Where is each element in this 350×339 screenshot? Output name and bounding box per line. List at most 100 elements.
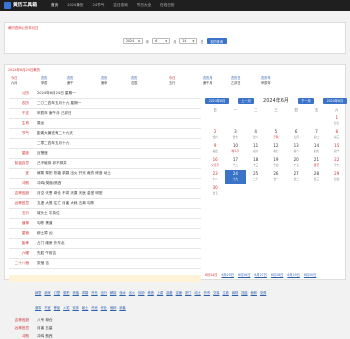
day-tab[interactable]: 6月25日 bbox=[221, 272, 233, 277]
calendar-day[interactable]: 22 十七 bbox=[327, 156, 347, 170]
lunar-day: 父亲节 bbox=[211, 163, 220, 167]
calendar-day[interactable]: 23 十八 bbox=[205, 170, 225, 184]
activity-link[interactable]: 修造 bbox=[148, 290, 154, 295]
info-key: 凶神宜忌 bbox=[14, 326, 29, 330]
calendar-day[interactable]: 21 夏至 bbox=[306, 156, 326, 170]
calendar-day[interactable]: 24 十九 bbox=[225, 170, 246, 184]
calendar-day[interactable]: 5 芒种 bbox=[266, 128, 286, 142]
activity-link[interactable]: 出行 bbox=[101, 290, 107, 295]
activity-link[interactable]: 起基 bbox=[166, 290, 172, 295]
lunar-day: 十五 bbox=[293, 163, 299, 167]
nav-solar-terms[interactable]: 24节气 bbox=[93, 3, 105, 8]
calendar-day[interactable]: 18 十三 bbox=[246, 156, 266, 170]
calendar-day[interactable]: 29 廿四 bbox=[327, 170, 347, 184]
info-value: 八专 母仓 bbox=[37, 318, 53, 322]
activity-link[interactable]: 不宜 bbox=[44, 305, 50, 310]
nav-home[interactable]: 首页 bbox=[51, 3, 58, 8]
activity-link[interactable]: 交易 bbox=[213, 290, 219, 295]
activity-link[interactable]: 安门 bbox=[185, 290, 191, 295]
calendar-day[interactable]: 17 十二 bbox=[225, 156, 245, 170]
calendar-day[interactable]: 16 父亲节 bbox=[205, 156, 225, 170]
nav-festivals[interactable]: 节日大全 bbox=[137, 3, 151, 8]
calendar-day[interactable]: 8 初三 bbox=[327, 128, 347, 142]
calendar-day[interactable]: 2 廿六 bbox=[205, 128, 225, 142]
activity-link[interactable]: 上梁 bbox=[157, 290, 163, 295]
calendar-day[interactable]: 9 初四 bbox=[205, 142, 225, 156]
year-select[interactable]: 2024 ▼ bbox=[123, 38, 143, 44]
activity-link[interactable]: 栽种 bbox=[110, 305, 116, 310]
activity-link[interactable]: 安床 bbox=[73, 305, 79, 310]
activity-link[interactable]: 立券 bbox=[223, 290, 229, 295]
info-value: 巨蟹座 bbox=[37, 151, 48, 155]
activity-link[interactable]: 祭祀 bbox=[63, 290, 69, 295]
calendar-day[interactable]: 4 廿八 bbox=[246, 128, 266, 142]
lunar-day: 十四 bbox=[273, 163, 279, 167]
calendar-day[interactable]: 19 十四 bbox=[266, 156, 286, 170]
calendar-day[interactable]: 20 十五 bbox=[286, 156, 306, 170]
calendar-day[interactable]: 26 廿一 bbox=[266, 170, 286, 184]
activity-link[interactable]: 纳财 bbox=[232, 290, 238, 295]
activity-link[interactable]: 开光 bbox=[91, 290, 97, 295]
activity-link[interactable]: 诸事 bbox=[35, 305, 41, 310]
day-number: 11 bbox=[253, 143, 259, 148]
activity-link[interactable]: 出火 bbox=[129, 290, 135, 295]
day-tab[interactable]: 6月27日 bbox=[254, 272, 266, 277]
activity-link[interactable]: 祈福 bbox=[73, 290, 79, 295]
prev-month-button[interactable]: 上一月 bbox=[238, 97, 255, 104]
activity-link[interactable]: 开池 bbox=[91, 305, 97, 310]
calendar-day[interactable]: 11 初六 bbox=[246, 142, 266, 156]
day-tab[interactable]: 6月26日 bbox=[238, 272, 250, 277]
activity-link[interactable]: 入宅 bbox=[63, 305, 69, 310]
activity-link[interactable]: 移徙 bbox=[54, 305, 60, 310]
activity-link[interactable]: 定磉 bbox=[176, 290, 182, 295]
activity-link[interactable]: 开市 bbox=[204, 290, 210, 295]
day-number: 10 bbox=[232, 143, 238, 148]
calendar-day[interactable]: 6 五月 bbox=[286, 128, 306, 142]
calendar-day[interactable]: 30 廿五 bbox=[205, 184, 225, 198]
back-to-month-button[interactable]: 2024年6月 bbox=[322, 97, 347, 104]
nav-2024-almanac[interactable]: 2024黄历 bbox=[67, 3, 83, 8]
calendar-day[interactable]: 25 二十 bbox=[246, 170, 266, 184]
activity-link[interactable]: 栽种 bbox=[251, 290, 257, 295]
info-key: 节气 bbox=[21, 131, 29, 135]
month-select[interactable]: 6 ▼ bbox=[152, 38, 171, 44]
activity-link[interactable]: 安葬 bbox=[260, 290, 266, 295]
activity-link[interactable]: 纳采 bbox=[44, 290, 50, 295]
activity-link[interactable]: 作灶 bbox=[101, 305, 107, 310]
calendar-day[interactable]: 12 初七 bbox=[266, 142, 286, 156]
day-tab[interactable]: 6月24日 bbox=[205, 272, 217, 277]
activity-link[interactable]: 拆卸 bbox=[138, 290, 144, 295]
calendar-day[interactable]: 15 初十 bbox=[327, 142, 347, 156]
day-tab[interactable]: 6月29日 bbox=[287, 272, 299, 277]
calendar-day[interactable]: 28 廿三 bbox=[306, 170, 326, 184]
activity-link[interactable]: 纳畜 bbox=[119, 305, 125, 310]
day-select[interactable]: 24 ▼ bbox=[179, 38, 198, 44]
calendar-day[interactable]: 3 廿七 bbox=[225, 128, 245, 142]
activity-link[interactable]: 挂匾 bbox=[241, 290, 247, 295]
nav-auspicious-days[interactable]: 吉日查询 bbox=[113, 3, 127, 8]
activity-link[interactable]: 嫁娶 bbox=[35, 290, 41, 295]
calendar-day[interactable]: 13 初八 bbox=[286, 142, 306, 156]
activity-link[interactable]: 解除 bbox=[110, 290, 116, 295]
query-submit-button[interactable]: 农历查询 bbox=[206, 38, 227, 44]
activity-link[interactable]: 动土 bbox=[194, 290, 200, 295]
activity-link[interactable]: 订盟 bbox=[54, 290, 60, 295]
calendar-day[interactable]: 27 廿二 bbox=[286, 170, 306, 184]
calendar-day[interactable]: 1 廿五 bbox=[327, 114, 347, 128]
activity-link[interactable]: 破土 bbox=[82, 305, 88, 310]
nav-calendar[interactable]: 在线日历 bbox=[160, 3, 174, 8]
day-tab[interactable]: 6月28日 bbox=[271, 272, 283, 277]
calendar-empty bbox=[286, 114, 306, 128]
day-tab[interactable]: 6月30日 bbox=[304, 272, 316, 277]
calendar-day[interactable]: 7 初二 bbox=[306, 128, 326, 142]
calendar-day[interactable]: 10 端午节 bbox=[225, 142, 245, 156]
summary-value: 戊辰 bbox=[131, 81, 138, 85]
current-month-button[interactable]: 2024年6月 bbox=[205, 97, 229, 104]
info-key: 冲煞 bbox=[21, 181, 29, 185]
site-logo[interactable]: 黄历工具箱 bbox=[4, 2, 37, 9]
next-month-button[interactable]: 下一月 bbox=[297, 97, 314, 104]
day-number: 26 bbox=[273, 171, 279, 176]
activity-link[interactable]: 求嗣 bbox=[82, 290, 88, 295]
activity-link[interactable]: 伐木 bbox=[119, 290, 125, 295]
calendar-day[interactable]: 14 初九 bbox=[306, 142, 326, 156]
